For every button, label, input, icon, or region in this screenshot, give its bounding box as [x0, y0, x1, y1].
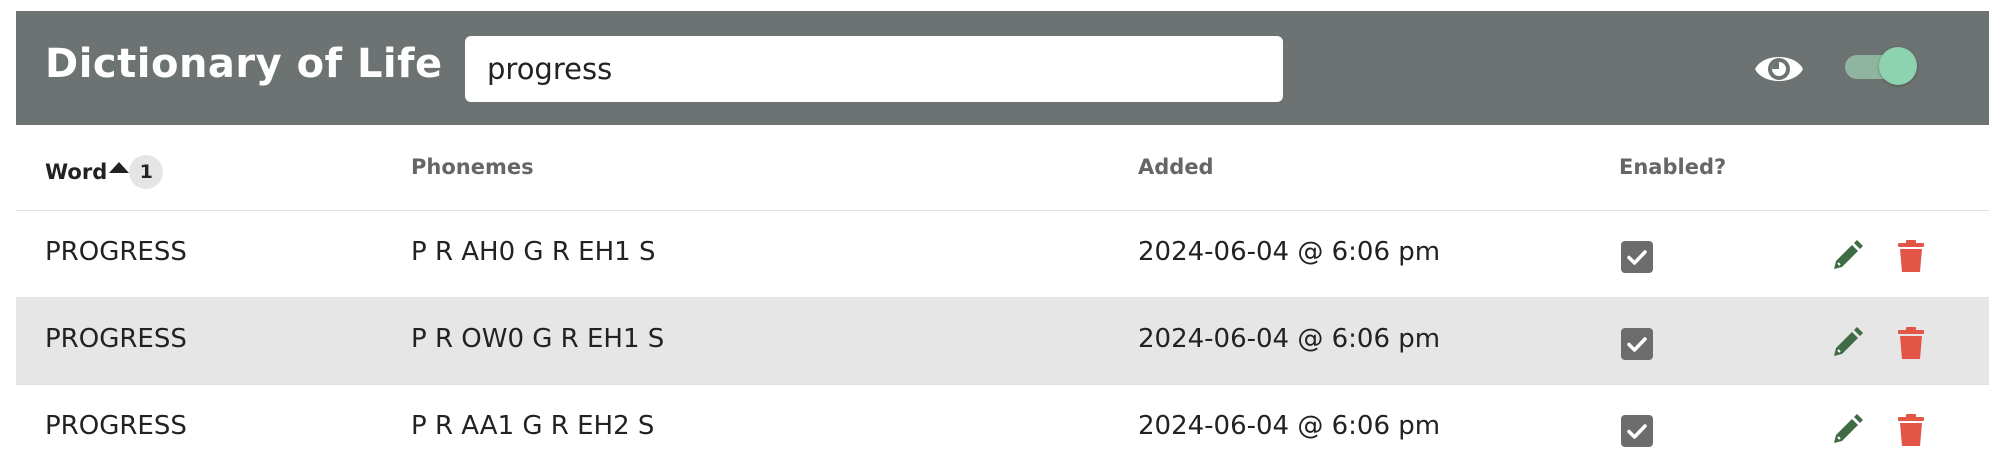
phonemes-cell: P R OW0 G R EH1 S [411, 324, 665, 354]
pencil-icon[interactable] [1830, 326, 1864, 360]
eye-icon[interactable] [1753, 49, 1805, 89]
app-title: Dictionary of Life [45, 41, 443, 87]
enabled-checkbox[interactable] [1621, 241, 1653, 273]
trash-icon[interactable] [1896, 239, 1926, 273]
pencil-icon[interactable] [1830, 413, 1864, 447]
table-row: PROGRESS P R OW0 G R EH1 S 2024-06-04 @ … [16, 298, 1989, 385]
trash-icon[interactable] [1896, 413, 1926, 447]
column-header-enabled[interactable]: Enabled? [1619, 155, 1726, 179]
trash-icon[interactable] [1896, 326, 1926, 360]
column-header-phonemes[interactable]: Phonemes [411, 155, 534, 179]
word-cell: PROGRESS [45, 324, 187, 354]
enable-toggle[interactable] [1845, 47, 1917, 87]
phonemes-cell: P R AH0 G R EH1 S [411, 237, 656, 267]
checkmark-icon [1627, 250, 1647, 265]
enabled-checkbox[interactable] [1621, 328, 1653, 360]
word-cell: PROGRESS [45, 411, 187, 441]
sort-ascending-icon [109, 161, 130, 173]
sort-priority-badge: 1 [129, 155, 164, 189]
toggle-knob[interactable] [1879, 47, 1917, 85]
table-header: Word 1 Phonemes Added Enabled? [16, 125, 1989, 211]
added-cell: 2024-06-04 @ 6:06 pm [1138, 237, 1441, 267]
checkmark-icon [1627, 424, 1647, 439]
table-row: PROGRESS P R AA1 G R EH2 S 2024-06-04 @ … [16, 385, 1989, 466]
table-row: PROGRESS P R AH0 G R EH1 S 2024-06-04 @ … [16, 211, 1989, 298]
column-header-word-label: Word [45, 160, 108, 184]
phonemes-cell: P R AA1 G R EH2 S [411, 411, 655, 441]
column-header-word[interactable]: Word 1 [45, 155, 164, 189]
search-input[interactable] [465, 36, 1283, 102]
added-cell: 2024-06-04 @ 6:06 pm [1138, 411, 1441, 441]
word-cell: PROGRESS [45, 237, 187, 267]
dictionary-panel: Dictionary of Life Word 1 Phonemes Added… [16, 11, 1989, 466]
column-header-added[interactable]: Added [1138, 155, 1214, 179]
checkmark-icon [1627, 337, 1647, 352]
pencil-icon[interactable] [1830, 239, 1864, 273]
app-header: Dictionary of Life [16, 11, 1989, 125]
enabled-checkbox[interactable] [1621, 415, 1653, 447]
added-cell: 2024-06-04 @ 6:06 pm [1138, 324, 1441, 354]
